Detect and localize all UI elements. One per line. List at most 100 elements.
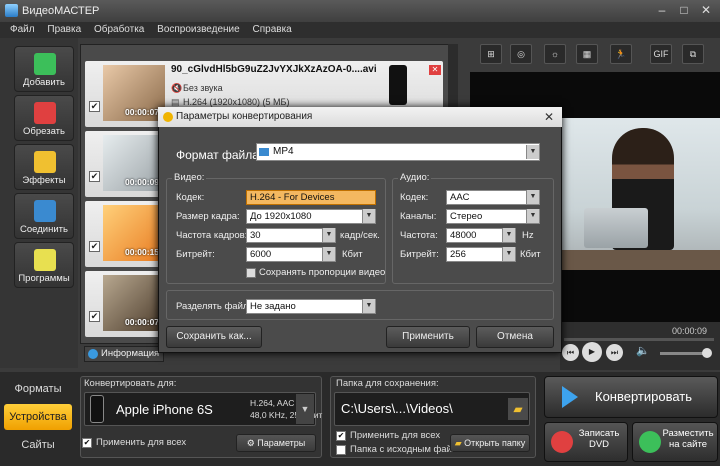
dialog-close-icon[interactable]: ✕: [544, 110, 554, 124]
seek-bar[interactable]: [564, 338, 714, 341]
crop-button[interactable]: ⊞: [480, 44, 502, 64]
format-select[interactable]: MP4: [256, 143, 540, 161]
folder-open-icon: ▰: [454, 438, 465, 448]
tab-formats[interactable]: Форматы: [4, 376, 72, 402]
preview-laptop: [584, 208, 648, 248]
programs-button[interactable]: Программы: [14, 242, 74, 288]
upload-icon: [639, 431, 661, 453]
menu-playback[interactable]: Воспроизведение: [157, 24, 240, 35]
speed-button[interactable]: 🏃: [610, 44, 632, 64]
open-folder-button[interactable]: ▰ Открыть папку: [450, 434, 530, 452]
scissors-icon: [34, 102, 56, 124]
keep-ratio-label: Сохранять пропорции видео: [259, 267, 386, 278]
apply-all-checkbox-2[interactable]: ✔: [336, 431, 346, 441]
audio-bitrate-unit: Кбит: [520, 249, 541, 260]
brightness-button[interactable]: ☼: [544, 44, 566, 64]
film-button[interactable]: ▦: [576, 44, 598, 64]
save-folder-label: Папка для сохранения:: [336, 378, 439, 389]
burn-dvd-button[interactable]: Записать DVD: [544, 422, 628, 462]
source-folder-checkbox[interactable]: [336, 445, 346, 455]
chevron-down-icon[interactable]: ▼: [362, 209, 375, 223]
minimize-button[interactable]: –: [652, 3, 672, 18]
play-button[interactable]: ▶: [582, 342, 602, 362]
volume-icon[interactable]: 🔈: [636, 344, 650, 357]
preview-toolbar: ⊞ ◎ ☼ ▦ 🏃 GIF ⧉: [470, 40, 720, 68]
volume-knob[interactable]: [702, 348, 712, 358]
title-bar: ВидеоМАСТЕР: [0, 0, 720, 22]
tab-devices[interactable]: Устройства: [4, 404, 72, 430]
tab-sites[interactable]: Сайты: [4, 432, 72, 458]
chevron-down-icon[interactable]: ▼: [362, 299, 375, 313]
join-icon: [34, 200, 56, 222]
chevron-down-icon[interactable]: ▼: [502, 228, 515, 242]
apply-button[interactable]: Применить: [386, 326, 470, 348]
trim-button[interactable]: Обрезать: [14, 95, 74, 141]
file-checkbox[interactable]: ✔: [89, 101, 100, 112]
frame-size-label: Размер кадра:: [176, 211, 240, 222]
device-name: Apple iPhone 6S: [116, 402, 213, 417]
chevron-down-icon[interactable]: ▼: [526, 190, 539, 204]
rate-unit: Hz: [522, 230, 534, 241]
gif-button[interactable]: GIF: [650, 44, 672, 64]
format-label: Формат файла:: [176, 148, 263, 162]
fps-unit: кадр/сек.: [340, 230, 380, 241]
file-checkbox[interactable]: ✔: [89, 311, 100, 322]
dialog-title: Параметры конвертирования: [158, 107, 562, 127]
chevron-down-icon[interactable]: ▼: [322, 247, 335, 261]
menu-process[interactable]: Обработка: [94, 24, 144, 35]
channels-label: Каналы:: [400, 211, 437, 222]
add-file-icon: [34, 53, 56, 75]
dvd-icon: [551, 431, 573, 453]
effects-icon: [34, 151, 56, 173]
chevron-down-icon[interactable]: ▼: [526, 145, 539, 159]
snapshot-button[interactable]: ◎: [510, 44, 532, 64]
duration: 00:00:07: [125, 107, 160, 117]
split-select[interactable]: Не задано: [246, 299, 376, 314]
folder-icon[interactable]: ▰: [508, 398, 528, 420]
close-button[interactable]: ✕: [696, 3, 716, 18]
audio-group-label: Аудио:: [398, 172, 432, 183]
chevron-down-icon[interactable]: ▼: [502, 247, 515, 261]
duration: 00:00:07: [125, 317, 160, 327]
apply-all-checkbox[interactable]: ✔: [82, 438, 92, 448]
keep-ratio-checkbox[interactable]: [246, 268, 256, 278]
convert-for-label: Конвертировать для:: [84, 378, 177, 389]
fullscreen-button[interactable]: ⧉: [682, 44, 704, 64]
remove-icon[interactable]: ✕: [429, 65, 441, 75]
video-codec-label: Кодек:: [176, 192, 205, 203]
join-button[interactable]: Соединить: [14, 193, 74, 239]
cancel-button[interactable]: Отмена: [476, 326, 554, 348]
publish-button[interactable]: Разместить на сайте: [632, 422, 718, 462]
menu-edit[interactable]: Правка: [47, 24, 81, 35]
info-icon: [88, 349, 98, 359]
file-checkbox[interactable]: ✔: [89, 241, 100, 252]
chevron-down-icon[interactable]: ▼: [296, 394, 314, 424]
save-as-button[interactable]: Сохранить как...: [166, 326, 262, 348]
menu-file[interactable]: Файл: [10, 24, 35, 35]
rate-label: Частота:: [400, 230, 438, 241]
video-codec-select[interactable]: H.264 - For Devices: [246, 190, 376, 205]
params-button[interactable]: ⚙ Параметры: [236, 434, 316, 452]
video-bitrate-label: Битрейт:: [176, 249, 215, 260]
file-checkbox[interactable]: ✔: [89, 171, 100, 182]
video-bitrate-unit: Кбит: [342, 249, 363, 260]
add-button[interactable]: Добавить: [14, 46, 74, 92]
sidebar: Добавить Обрезать Эффекты Соединить Прог…: [0, 38, 78, 368]
duration: 00:00:15: [125, 247, 160, 257]
next-button[interactable]: ⏭: [606, 344, 623, 361]
split-label: Разделять файл:: [176, 301, 252, 312]
chevron-down-icon[interactable]: ▼: [526, 209, 539, 223]
prev-button[interactable]: ⏮: [562, 344, 579, 361]
film-icon: [259, 148, 269, 156]
maximize-button[interactable]: □: [674, 3, 694, 18]
menu-help[interactable]: Справка: [253, 24, 292, 35]
chevron-down-icon[interactable]: ▼: [322, 228, 335, 242]
audio-info: Без звука: [183, 83, 223, 93]
time-display: 00:00:09: [672, 326, 708, 336]
programs-icon: [34, 249, 56, 271]
device-spec-codec: H.264, AAC: [250, 398, 295, 408]
effects-button[interactable]: Эффекты: [14, 144, 74, 190]
path-field[interactable]: C:\Users\...\Videos\: [334, 392, 530, 426]
window-title: ВидеоМАСТЕР: [22, 5, 100, 17]
frame-size-select[interactable]: До 1920x1080: [246, 209, 376, 224]
